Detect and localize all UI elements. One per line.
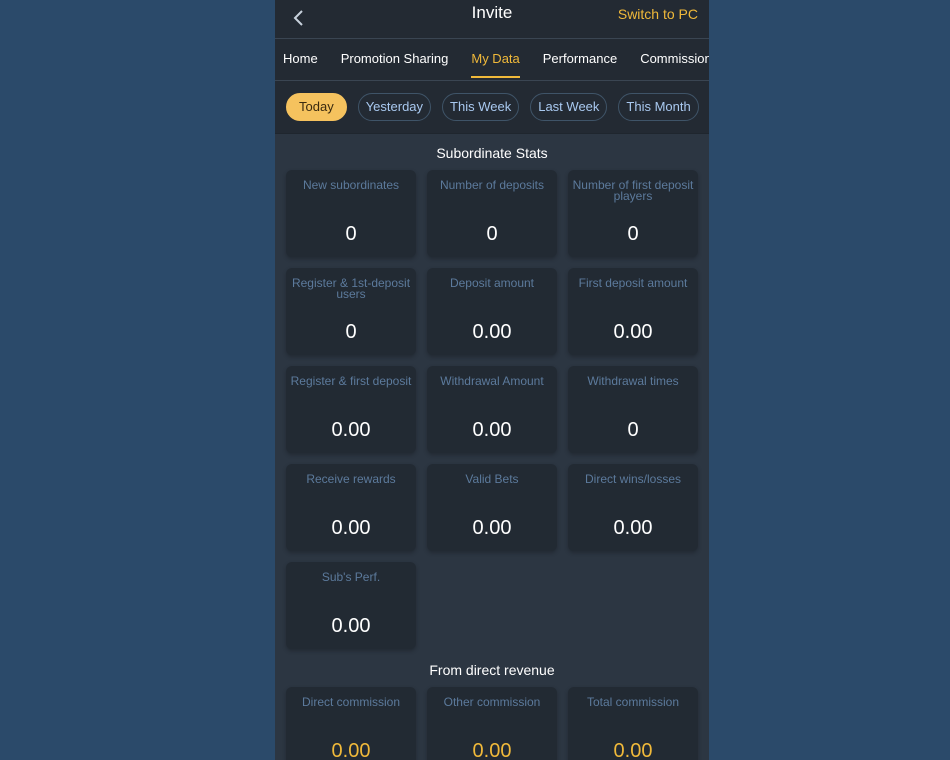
stat-label: New subordinates [302,178,400,192]
revenue-label: Direct commission [301,695,400,709]
stat-value: 0 [345,223,357,245]
filter-yesterday[interactable]: Yesterday [357,93,432,121]
stat-value: 0.00 [331,517,371,539]
stat-card-withdrawal-times: Withdrawal times 0 [568,366,698,453]
top-bar: Invite Switch to PC [275,0,709,39]
stat-label: Deposit amount [449,276,535,290]
stat-value: 0.00 [613,321,653,343]
stat-card-subs-perf: Sub's Perf. 0.00 [286,562,416,649]
stat-value: 0.00 [613,517,653,539]
filter-today[interactable]: Today [286,93,347,121]
stat-label: Number of first deposit players [572,178,694,203]
direct-revenue-title: From direct revenue [429,662,555,678]
revenue-label: Other commission [443,695,541,709]
subordinate-stats-title: Subordinate Stats [436,145,548,161]
revenue-card-other-commission: Other commission 0.00 [427,687,557,760]
stat-card-new-subordinates: New subordinates 0 [286,170,416,257]
stat-value: 0.00 [331,419,371,441]
tab-my-data[interactable]: My Data [471,39,521,80]
stat-card-direct-wins-losses: Direct wins/losses 0.00 [568,464,698,551]
stat-value: 0.00 [472,321,512,343]
revenue-label: Total commission [586,695,680,709]
tab-home[interactable]: Home [283,39,318,80]
revenue-card-direct-commission: Direct commission 0.00 [286,687,416,760]
stat-value: 0.00 [331,615,371,637]
stat-label: Number of deposits [439,178,545,192]
stat-value: 0 [627,223,639,245]
stat-label: Withdrawal Amount [440,374,544,388]
revenue-value: 0.00 [331,740,371,760]
stat-label: Register & first deposit [290,374,412,388]
mobile-view: Invite Switch to PC Home Promotion Shari… [275,0,709,760]
date-filter-bar: Today Yesterday This Week Last Week This… [275,81,709,134]
stat-label: Direct wins/losses [584,472,682,486]
stat-card-receive-rewards: Receive rewards 0.00 [286,464,416,551]
stat-card-register-first-deposit: Register & first deposit 0.00 [286,366,416,453]
tab-promotion-sharing[interactable]: Promotion Sharing [341,39,449,80]
stat-card-deposit-amount: Deposit amount 0.00 [427,268,557,355]
stat-value: 0 [486,223,498,245]
stat-label: Sub's Perf. [321,570,381,584]
tab-performance[interactable]: Performance [543,39,617,80]
nav-tabs: Home Promotion Sharing My Data Performan… [275,39,709,81]
stat-card-withdrawal-amount: Withdrawal Amount 0.00 [427,366,557,453]
stat-card-first-deposit-players: Number of first deposit players 0 [568,170,698,257]
revenue-card-total-commission: Total commission 0.00 [568,687,698,760]
stat-card-register-first-deposit-users: Register & 1st-deposit users 0 [286,268,416,355]
stat-card-valid-bets: Valid Bets 0.00 [427,464,557,551]
stat-card-number-of-deposits: Number of deposits 0 [427,170,557,257]
stat-label: Register & 1st-deposit users [291,276,411,301]
stat-value: 0.00 [472,517,512,539]
stat-card-first-deposit-amount: First deposit amount 0.00 [568,268,698,355]
filter-this-week[interactable]: This Week [442,93,520,121]
stat-value: 0 [627,419,639,441]
revenue-value: 0.00 [613,740,653,760]
stat-label: Receive rewards [306,472,396,486]
stat-label: Withdrawal times [587,374,679,388]
stat-value: 0 [345,321,357,343]
stat-label: First deposit amount [578,276,688,290]
stat-label: Valid Bets [465,472,519,486]
tab-commission[interactable]: Commission [640,39,709,80]
stat-value: 0.00 [472,419,512,441]
filter-this-month[interactable]: This Month [618,93,699,121]
subordinate-stats-grid: New subordinates 0 Number of deposits 0 … [275,170,709,649]
direct-revenue-grid: Direct commission 0.00 Other commission … [275,687,709,760]
switch-to-pc-link[interactable]: Switch to PC [618,6,698,22]
filter-last-week[interactable]: Last Week [530,93,608,121]
revenue-value: 0.00 [472,740,512,760]
